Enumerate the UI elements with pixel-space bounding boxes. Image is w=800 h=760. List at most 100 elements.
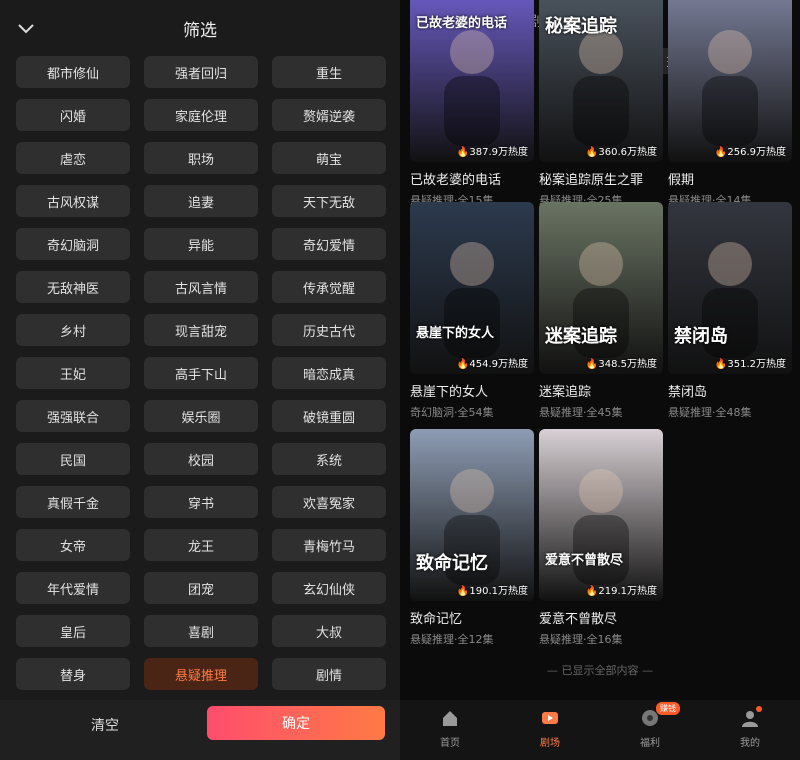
earn-badge: 赚钱 — [656, 702, 680, 715]
drama-card[interactable]: 🔥256.9万热度 假期 悬疑推理·全14集 — [668, 0, 792, 208]
drama-browser: 找剧电影电视剧听书小说漫画经典知识 推荐榜新剧总裁逆袭现代言情 1 已故老婆的电… — [400, 0, 800, 760]
heat-count: 🔥219.1万热度 — [585, 586, 657, 597]
filter-tag[interactable]: 喜剧 — [144, 615, 258, 647]
drama-poster[interactable]: 秘案追踪 🔥360.6万热度 — [539, 0, 663, 162]
drama-meta: 奇幻脑洞·全54集 — [410, 406, 494, 419]
drama-poster[interactable]: 🔥256.9万热度 — [668, 0, 792, 162]
filter-tag[interactable]: 职场 — [144, 142, 258, 174]
heat-count: 🔥351.2万热度 — [714, 359, 786, 370]
confirm-button[interactable]: 确定 — [207, 706, 385, 740]
filter-tag[interactable]: 传承觉醒 — [272, 271, 386, 303]
filter-tag[interactable]: 娱乐圈 — [144, 400, 258, 432]
filter-tag[interactable]: 年代爱情 — [16, 572, 130, 604]
filter-tag[interactable]: 悬疑推理 — [144, 658, 258, 690]
filter-tag[interactable]: 青梅竹马 — [272, 529, 386, 561]
filter-tag[interactable]: 赘婿逆袭 — [272, 99, 386, 131]
filter-tag[interactable]: 皇后 — [16, 615, 130, 647]
filter-tag[interactable]: 古风言情 — [144, 271, 258, 303]
filter-tag[interactable]: 奇幻爱情 — [272, 228, 386, 260]
filter-tag[interactable]: 追妻 — [144, 185, 258, 217]
filter-tag[interactable]: 萌宝 — [272, 142, 386, 174]
filter-tag[interactable]: 重生 — [272, 56, 386, 88]
nav-label: 首页 — [440, 738, 460, 749]
filter-tag[interactable]: 古风权谋 — [16, 185, 130, 217]
drama-poster[interactable]: 致命记忆 🔥190.1万热度 — [410, 429, 534, 601]
filter-tag[interactable]: 暗恋成真 — [272, 357, 386, 389]
poster-art — [410, 202, 534, 374]
filter-tag[interactable]: 替身 — [16, 658, 130, 690]
drama-card[interactable]: 迷案追踪 🔥348.5万热度 迷案追踪 悬疑推理·全45集 — [539, 202, 663, 420]
heat-count: 🔥190.1万热度 — [456, 586, 528, 597]
heat-count: 🔥387.9万热度 — [456, 147, 528, 158]
drama-poster[interactable]: 迷案追踪 🔥348.5万热度 — [539, 202, 663, 374]
drama-title[interactable]: 致命记忆 — [410, 608, 534, 627]
filter-tag[interactable]: 虐恋 — [16, 142, 130, 174]
filter-tag[interactable]: 高手下山 — [144, 357, 258, 389]
filter-tag[interactable]: 系统 — [272, 443, 386, 475]
nav-label: 福利 — [640, 738, 660, 749]
filter-tag[interactable]: 真假千金 — [16, 486, 130, 518]
heat-count: 🔥360.6万热度 — [585, 147, 657, 158]
filter-tag[interactable]: 天下无敌 — [272, 185, 386, 217]
poster-art — [410, 429, 534, 601]
filter-tag[interactable]: 玄幻仙侠 — [272, 572, 386, 604]
drama-poster[interactable]: 悬崖下的女人 🔥454.9万热度 — [410, 202, 534, 374]
filter-tag[interactable]: 异能 — [144, 228, 258, 260]
drama-poster[interactable]: 爱意不曾散尽 🔥219.1万热度 — [539, 429, 663, 601]
filter-tag[interactable]: 都市修仙 — [16, 56, 130, 88]
filter-title: 筛选 — [183, 21, 217, 41]
drama-title[interactable]: 禁闭岛 — [668, 381, 792, 400]
filter-tag[interactable]: 王妃 — [16, 357, 130, 389]
filter-tag[interactable]: 无敌神医 — [16, 271, 130, 303]
filter-tag[interactable]: 民国 — [16, 443, 130, 475]
filter-tag[interactable]: 校园 — [144, 443, 258, 475]
filter-tag[interactable]: 家庭伦理 — [144, 99, 258, 131]
filter-tag[interactable]: 闪婚 — [16, 99, 130, 131]
filter-tag[interactable]: 大叔 — [272, 615, 386, 647]
filter-tag[interactable]: 欢喜冤家 — [272, 486, 386, 518]
drama-poster[interactable]: 禁闭岛 🔥351.2万热度 — [668, 202, 792, 374]
poster-title-text: 致命记忆 — [416, 553, 488, 574]
nav-item-home[interactable]: 首页 — [400, 700, 500, 760]
nav-item-theater[interactable]: 剧场 — [500, 700, 600, 760]
nav-item-profile[interactable]: 我的 — [700, 700, 800, 760]
drama-card[interactable]: 致命记忆 🔥190.1万热度 致命记忆 悬疑推理·全12集 — [410, 429, 534, 647]
poster-title-text: 禁闭岛 — [674, 326, 728, 347]
filter-tag[interactable]: 历史古代 — [272, 314, 386, 346]
poster-art — [668, 202, 792, 374]
filter-tag[interactable]: 破镜重圆 — [272, 400, 386, 432]
drama-title[interactable]: 假期 — [668, 169, 792, 188]
drama-title[interactable]: 已故老婆的电话 — [410, 169, 534, 188]
drama-title[interactable]: 迷案追踪 — [539, 381, 663, 400]
filter-tag[interactable]: 现言甜宠 — [144, 314, 258, 346]
filter-tag[interactable]: 奇幻脑洞 — [16, 228, 130, 260]
drama-title[interactable]: 秘案追踪原生之罪 — [539, 169, 663, 188]
filter-tag[interactable]: 女帝 — [16, 529, 130, 561]
nav-item-gift[interactable]: 福利 赚钱 — [600, 700, 700, 760]
poster-title-text: 爱意不曾散尽 — [545, 553, 624, 568]
filter-tag[interactable]: 强强联合 — [16, 400, 130, 432]
tag-grid: 都市修仙 强者回归 重生闪婚 家庭伦理 赘婿逆袭虐恋 职场 萌宝古风权谋 追妻 天下无敌奇幻脑洞… — [16, 56, 386, 690]
poster-art — [539, 202, 663, 374]
nav-label: 我的 — [740, 738, 760, 749]
filter-tag[interactable]: 团宠 — [144, 572, 258, 604]
poster-title-text: 已故老婆的电话 — [416, 16, 508, 31]
drama-card[interactable]: 爱意不曾散尽 🔥219.1万热度 爱意不曾散尽 悬疑推理·全16集 — [539, 429, 663, 647]
clear-button[interactable]: 清空 — [20, 708, 190, 742]
filter-tag[interactable]: 剧情 — [272, 658, 386, 690]
drama-poster[interactable]: 已故老婆的电话 🔥387.9万热度 — [410, 0, 534, 162]
drama-title[interactable]: 悬崖下的女人 — [410, 381, 534, 400]
drama-card[interactable]: 已故老婆的电话 🔥387.9万热度 已故老婆的电话 悬疑推理·全15集 — [410, 0, 534, 208]
filter-tag[interactable]: 乡村 — [16, 314, 130, 346]
poster-title-text: 秘案追踪 — [545, 16, 617, 37]
nav-label: 剧场 — [540, 738, 560, 749]
drama-meta: 悬疑推理·全48集 — [668, 406, 752, 419]
drama-card[interactable]: 秘案追踪 🔥360.6万热度 秘案追踪原生之罪 悬疑推理·全25集 — [539, 0, 663, 208]
filter-tag[interactable]: 龙王 — [144, 529, 258, 561]
drama-title[interactable]: 爱意不曾散尽 — [539, 608, 663, 627]
drama-card[interactable]: 悬崖下的女人 🔥454.9万热度悬崖下的女人奇幻脑洞·全54集 — [410, 202, 534, 420]
filter-tag[interactable]: 穿书 — [144, 486, 258, 518]
filter-tag[interactable]: 强者回归 — [144, 56, 258, 88]
filter-footer: 清空 确定 — [0, 700, 400, 760]
drama-card[interactable]: 禁闭岛 🔥351.2万热度 禁闭岛 悬疑推理·全48集 — [668, 202, 792, 420]
